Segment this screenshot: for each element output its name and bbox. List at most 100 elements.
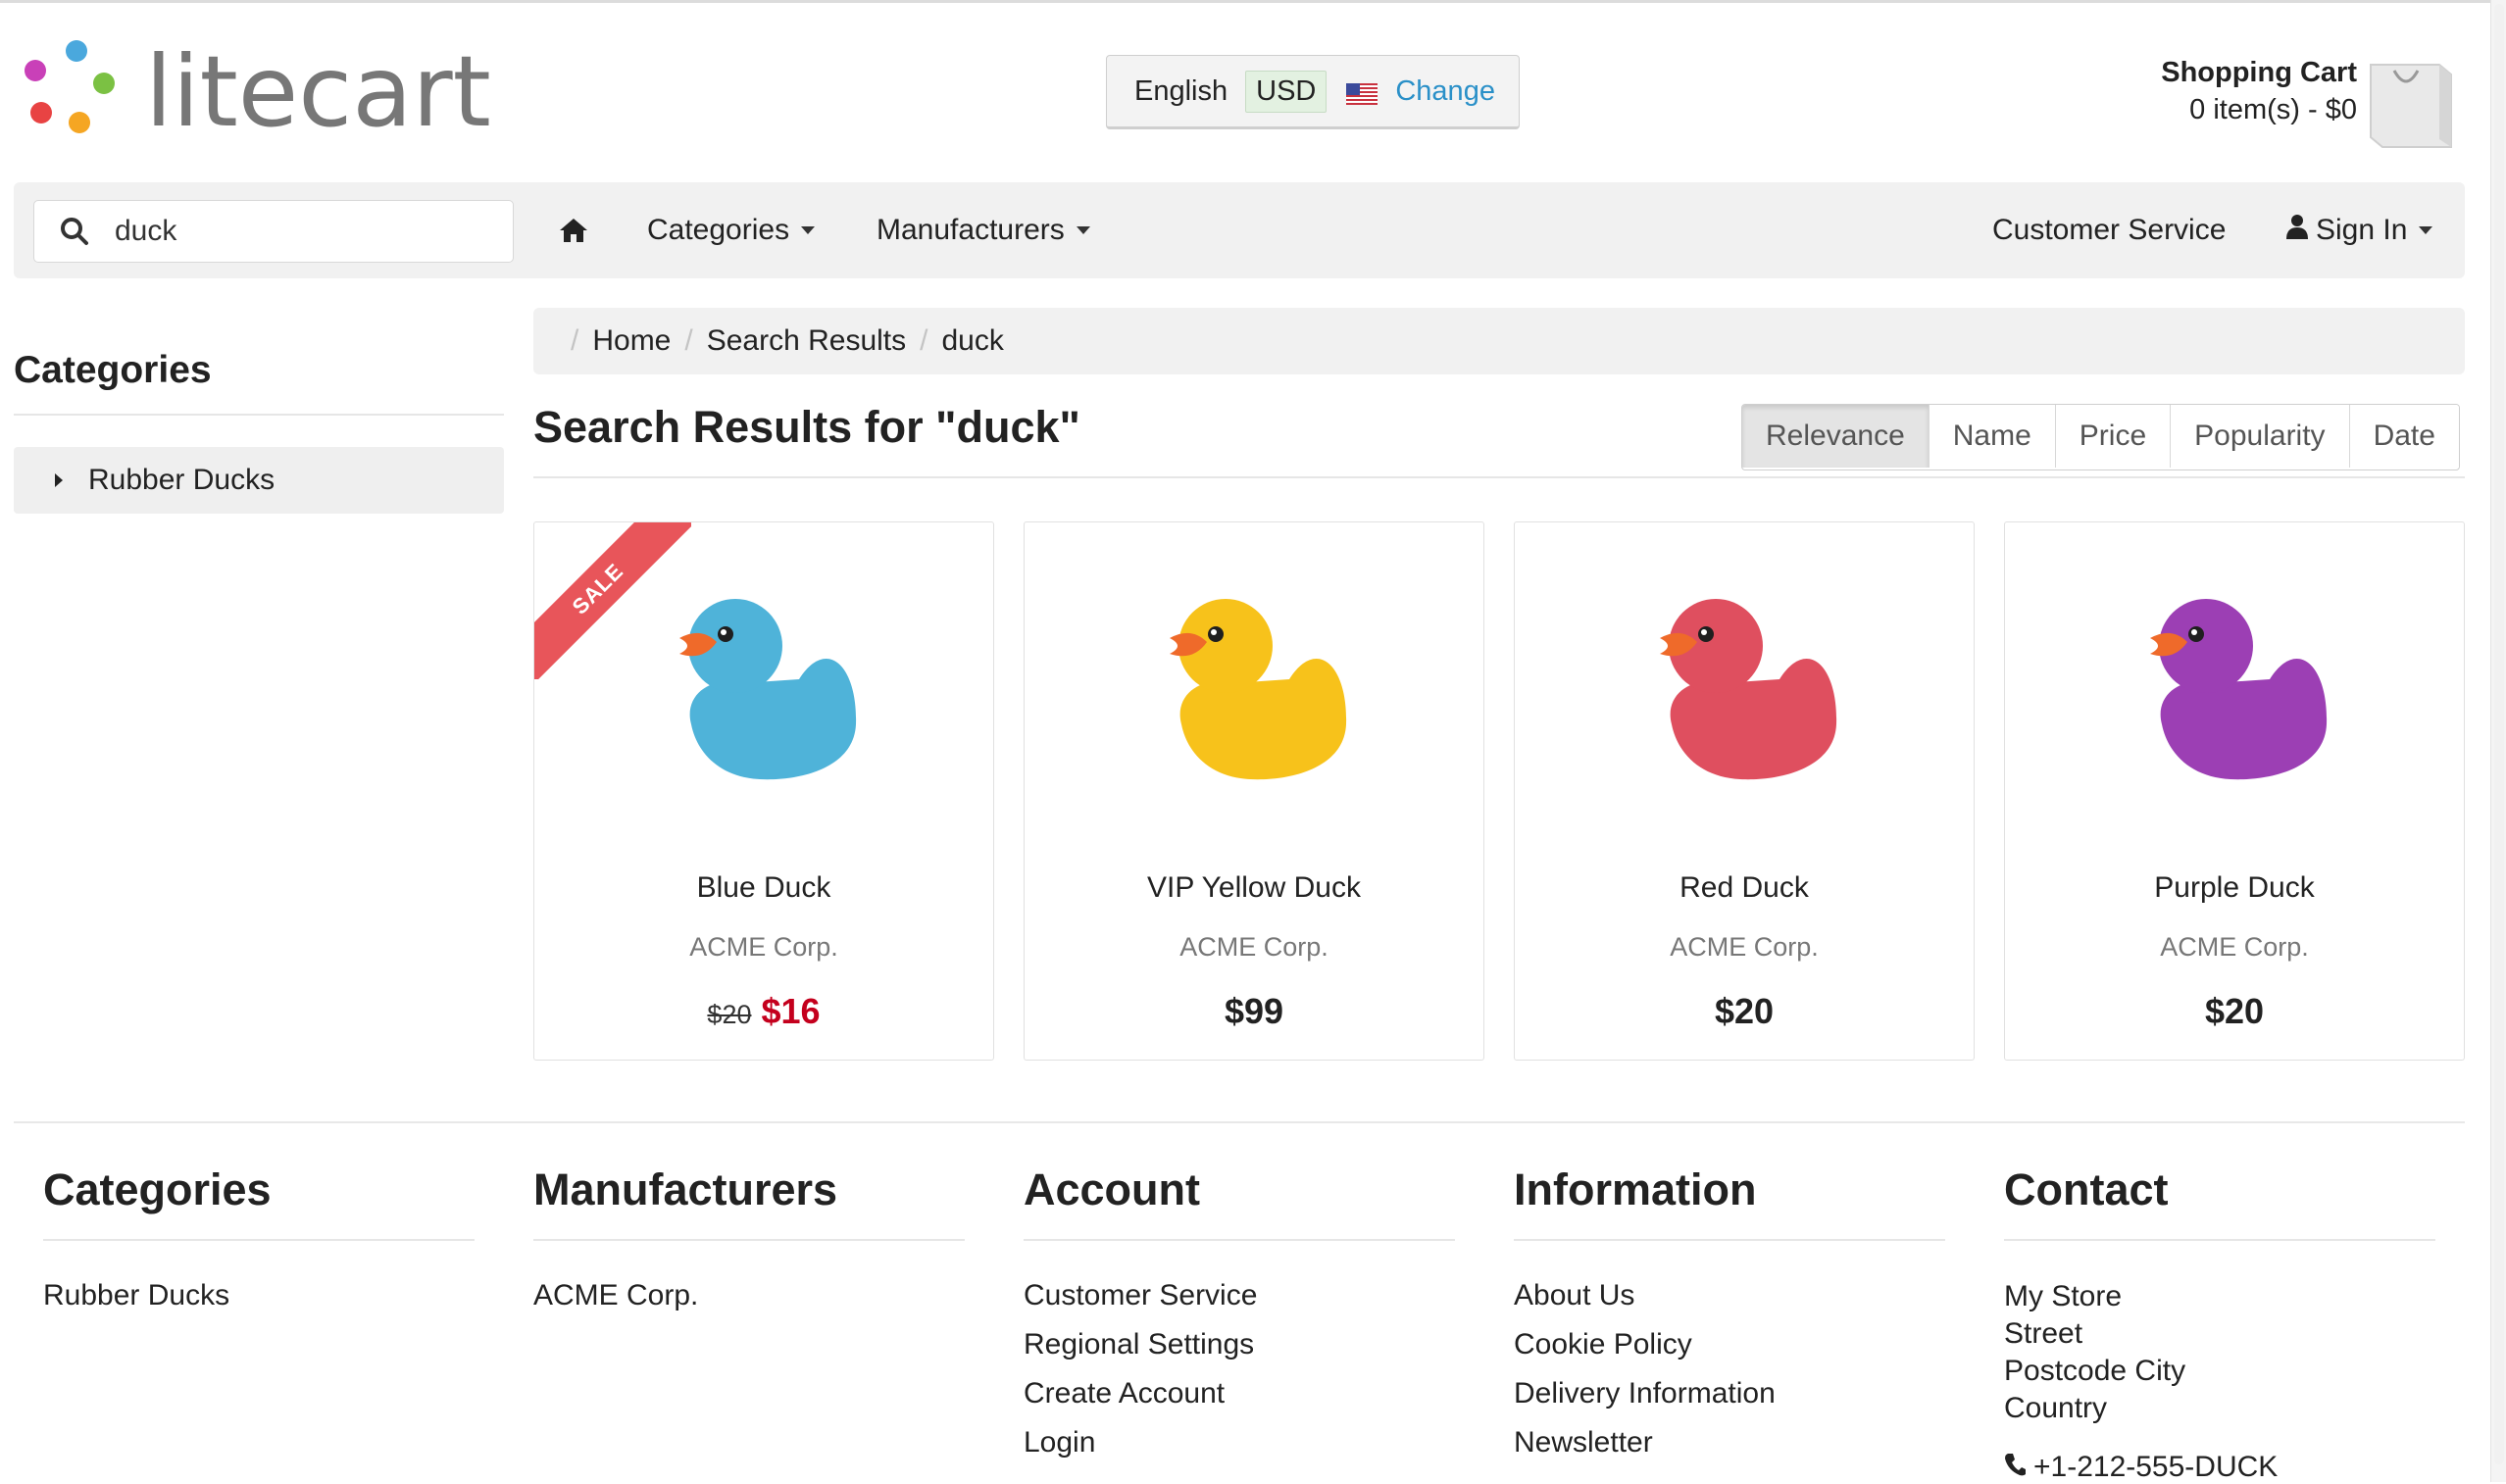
product-price: $99 — [1224, 991, 1284, 1031]
footer-account: Account Customer Service Regional Settin… — [1024, 1164, 1455, 1474]
footer-categories: Categories Rubber Ducks — [43, 1164, 475, 1327]
us-flag-icon — [1346, 80, 1378, 105]
scrollbar-thumb[interactable] — [2494, 4, 2504, 1464]
product-price: $20 — [2204, 991, 2265, 1031]
footer-link[interactable]: Regional Settings — [1024, 1327, 1455, 1376]
vertical-scrollbar[interactable] — [2490, 0, 2506, 1482]
currency-badge: USD — [1245, 70, 1328, 113]
product-image[interactable] — [2123, 577, 2338, 798]
product-name: Purple Duck — [2154, 871, 2315, 904]
divider — [2004, 1239, 2435, 1241]
home-icon[interactable] — [559, 182, 588, 278]
address-line: Postcode City — [2004, 1355, 2186, 1387]
footer-link[interactable]: ACME Corp. — [533, 1278, 965, 1327]
sidebar-title: Categories — [14, 349, 212, 391]
divider — [14, 414, 504, 416]
caret-down-icon — [801, 226, 816, 234]
nav-manufacturers-label: Manufacturers — [877, 214, 1065, 246]
nav-categories[interactable]: Categories — [647, 182, 816, 278]
product-image[interactable] — [1632, 577, 1848, 798]
nav-customer-service[interactable]: Customer Service — [1992, 182, 2226, 278]
sort-button-group: Relevance Name Price Popularity Date — [1741, 404, 2460, 470]
product-name: Blue Duck — [696, 871, 831, 904]
shopping-cart[interactable]: Shopping Cart 0 item(s) - $0 — [2079, 51, 2490, 149]
change-region-link[interactable]: Change — [1395, 75, 1495, 108]
footer-title: Account — [1024, 1164, 1200, 1214]
sale-badge: SALE — [534, 522, 691, 679]
sort-popularity-button[interactable]: Popularity — [2170, 405, 2349, 468]
breadcrumb-search-results[interactable]: Search Results — [707, 324, 906, 358]
regional-settings-box[interactable]: English USD Change — [1106, 55, 1520, 129]
top-border — [0, 0, 2490, 3]
address-line: My Store — [2004, 1280, 2123, 1312]
footer-divider — [14, 1121, 2465, 1123]
footer-title: Categories — [43, 1164, 272, 1214]
shopping-bag-icon — [2365, 57, 2459, 156]
nav-manufacturers[interactable]: Manufacturers — [877, 182, 1090, 278]
footer-link[interactable]: Delivery Information — [1514, 1376, 1945, 1425]
footer-link[interactable]: Newsletter — [1514, 1425, 1945, 1474]
phone-icon — [2004, 1451, 2026, 1484]
product-name: Red Duck — [1679, 871, 1809, 904]
footer-link[interactable]: Customer Service — [1024, 1278, 1455, 1327]
main-navbar: Categories Manufacturers Customer Servic… — [14, 182, 2465, 278]
sort-relevance-button[interactable]: Relevance — [1742, 405, 1929, 468]
product-manufacturer: ACME Corp. — [1179, 932, 1328, 962]
divider — [1024, 1239, 1455, 1241]
phone-number: +1-212-555-DUCK — [2033, 1451, 2279, 1483]
product-price: $20 $16 — [534, 991, 993, 1032]
breadcrumb: / Home / Search Results / duck — [533, 308, 2465, 374]
search-icon — [60, 217, 89, 246]
cart-summary: 0 item(s) - $0 — [2189, 94, 2357, 125]
nav-sign-in-label: Sign In — [2316, 214, 2408, 246]
breadcrumb-current: duck — [941, 324, 1004, 357]
product-card-blue-duck[interactable]: SALE Blue Duck ACME Corp. $20 $16 — [533, 521, 994, 1061]
caret-down-icon — [2419, 226, 2433, 234]
footer-contact: Contact My Store Street Postcode City Co… — [2004, 1164, 2435, 1484]
user-icon — [2286, 214, 2308, 247]
footer-information: Information About Us Cookie Policy Deliv… — [1514, 1164, 1945, 1474]
nav-sign-in[interactable]: Sign In — [2286, 182, 2433, 278]
product-name: VIP Yellow Duck — [1147, 871, 1361, 904]
caret-right-icon — [55, 473, 63, 487]
product-manufacturer: ACME Corp. — [2160, 932, 2309, 962]
footer-title: Information — [1514, 1164, 1757, 1214]
divider — [43, 1239, 475, 1241]
sale-ribbon: SALE — [534, 522, 691, 679]
search-box[interactable] — [33, 200, 514, 263]
footer-link[interactable]: Login — [1024, 1425, 1455, 1474]
litecart-logo[interactable]: litecart — [20, 35, 510, 143]
logo-text: litecart — [145, 35, 491, 143]
product-card-red-duck[interactable]: Red Duck ACME Corp. $20 — [1514, 521, 1975, 1061]
footer-title: Manufacturers — [533, 1164, 838, 1214]
nav-customer-service-label: Customer Service — [1992, 214, 2227, 246]
sidebar-item-label: Rubber Ducks — [88, 464, 276, 496]
store-address: My Store Street Postcode City Country — [2004, 1278, 2435, 1427]
rubber-duck-image — [1660, 599, 1837, 780]
footer-link[interactable]: About Us — [1514, 1278, 1945, 1327]
regular-price: $20 — [707, 1000, 752, 1029]
sort-price-button[interactable]: Price — [2054, 405, 2171, 468]
language-label: English — [1134, 74, 1228, 107]
search-input[interactable] — [113, 214, 489, 249]
breadcrumb-home[interactable]: Home — [592, 324, 671, 358]
page-title: Search Results for "duck" — [533, 402, 1080, 452]
product-card-vip-yellow-duck[interactable]: VIP Yellow Duck ACME Corp. $99 — [1024, 521, 1484, 1061]
footer-link[interactable]: Cookie Policy — [1514, 1327, 1945, 1376]
footer-link[interactable]: Rubber Ducks — [43, 1278, 475, 1327]
address-line: Country — [2004, 1392, 2108, 1424]
product-manufacturer: ACME Corp. — [689, 932, 838, 962]
sidebar-item-rubber-ducks[interactable]: Rubber Ducks — [14, 447, 504, 514]
rubber-duck-image — [2150, 599, 2328, 780]
sort-name-button[interactable]: Name — [1928, 405, 2055, 468]
caret-down-icon — [1076, 226, 1090, 234]
rubber-duck-image — [1170, 599, 1347, 780]
store-phone[interactable]: +1-212-555-DUCK — [2004, 1451, 2435, 1484]
product-price: $20 — [1714, 991, 1775, 1031]
footer-link[interactable]: Create Account — [1024, 1376, 1455, 1425]
sort-date-button[interactable]: Date — [2348, 405, 2459, 468]
product-manufacturer: ACME Corp. — [1670, 932, 1819, 962]
product-card-purple-duck[interactable]: Purple Duck ACME Corp. $20 — [2004, 521, 2465, 1061]
divider — [1514, 1239, 1945, 1241]
product-image[interactable] — [1142, 577, 1358, 798]
